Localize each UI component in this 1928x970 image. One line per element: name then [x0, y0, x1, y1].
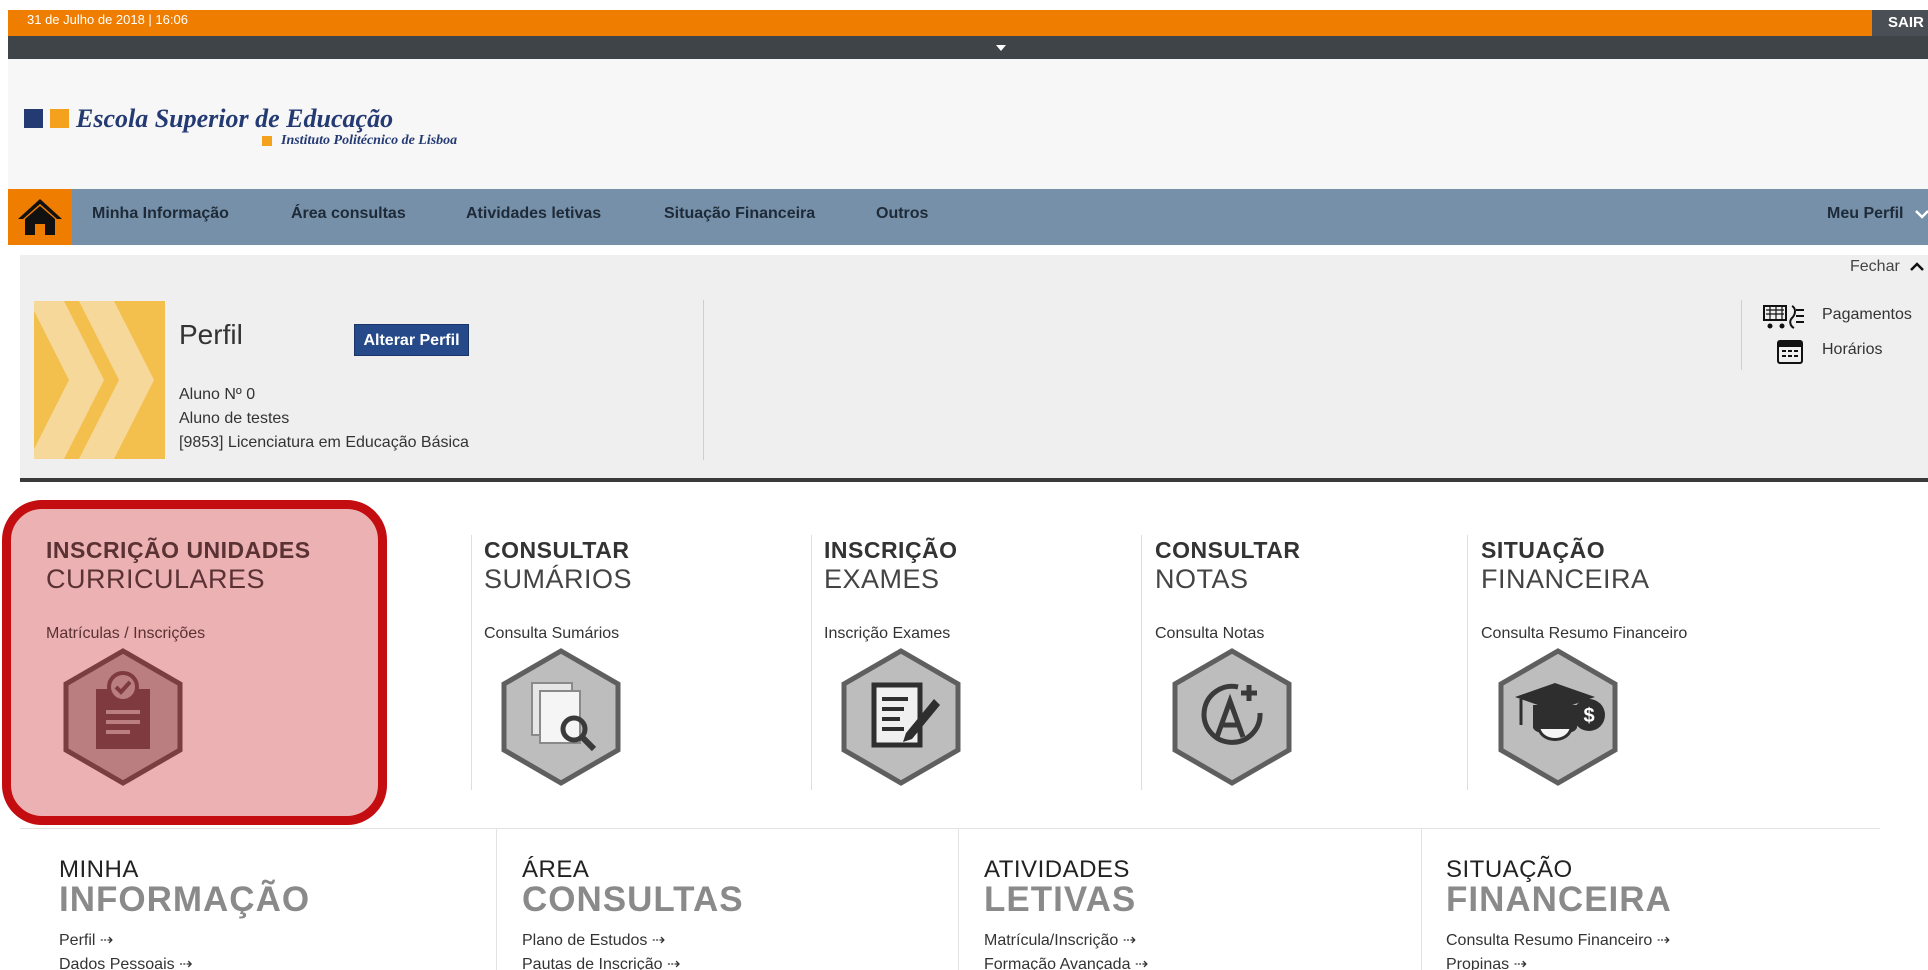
tile-title-line2: EXAMES — [824, 564, 940, 594]
tile-title-line1: INSCRIÇÃO UNIDADES — [46, 537, 311, 563]
nav-atividades-letivas[interactable]: Atividades letivas — [466, 205, 601, 223]
student-name: Aluno de testes — [179, 410, 290, 427]
logo-square-navy — [24, 109, 43, 128]
tile-link[interactable]: Matrículas / Inscrições — [46, 625, 311, 643]
tile-title-line2: SUMÁRIOS — [484, 564, 633, 594]
tile-grades[interactable]: CONSULTAR NOTAS Consulta Notas — [1155, 537, 1300, 792]
section-link[interactable]: Consulta Resumo Financeiro ⇢ — [1446, 930, 1670, 950]
close-profile-button[interactable]: Fechar — [1850, 258, 1900, 276]
section-title-line2: FINANCEIRA — [1446, 880, 1672, 919]
home-icon — [18, 199, 62, 235]
section-link[interactable]: Dados Pessoais ⇢ — [59, 954, 192, 970]
tile-finance[interactable]: SITUAÇÃO FINANCEIRA Consulta Resumo Fina… — [1481, 537, 1687, 792]
divider — [471, 535, 472, 790]
section-link[interactable]: Formação Avançada ⇢ — [984, 954, 1148, 970]
current-datetime: 31 de Julho de 2018 | 16:06 — [27, 12, 188, 27]
divider — [1141, 535, 1142, 790]
shortcut-payments[interactable]: Pagamentos — [1822, 306, 1912, 324]
student-course: [9853] Licenciatura em Educação Básica — [179, 434, 469, 451]
nav-minha-informacao[interactable]: Minha Informação — [92, 205, 229, 223]
divider — [1741, 300, 1742, 370]
logo-subtitle: Instituto Politécnico de Lisboa — [281, 133, 458, 148]
tile-link[interactable]: Inscrição Exames — [824, 625, 966, 643]
logo-square-small — [262, 136, 272, 146]
my-profile-label: Meu Perfil — [1827, 205, 1904, 222]
logo-title[interactable]: Escola Superior de Educação — [76, 104, 393, 134]
caret-down-icon[interactable] — [996, 45, 1006, 51]
nav-outros[interactable]: Outros — [876, 205, 928, 223]
home-button[interactable] — [8, 189, 72, 245]
tile-exams[interactable]: INSCRIÇÃO EXAMES Inscrição Exames — [824, 537, 966, 792]
top-bar — [8, 10, 1928, 36]
divider — [1467, 535, 1468, 790]
section-title-line2: LETIVAS — [984, 880, 1137, 919]
my-profile-menu[interactable]: Meu Perfil — [1827, 205, 1928, 223]
nav-area-consultas[interactable]: Área consultas — [291, 205, 406, 223]
tile-title-line2: NOTAS — [1155, 564, 1249, 594]
section-link[interactable]: Plano de Estudos ⇢ — [522, 930, 665, 950]
tile-title-line1: CONSULTAR — [1155, 537, 1301, 563]
section-separator — [20, 828, 1880, 829]
divider — [811, 535, 812, 790]
edit-profile-button[interactable]: Alterar Perfil — [354, 324, 469, 356]
finance-icon[interactable]: $ — [1493, 647, 1623, 787]
student-number: Aluno Nº 0 — [179, 386, 256, 403]
summaries-icon[interactable] — [496, 647, 626, 787]
tile-link[interactable]: Consulta Resumo Financeiro — [1481, 625, 1687, 643]
tile-title-line2: FINANCEIRA — [1481, 564, 1650, 594]
tile-title-line2: CURRICULARES — [46, 564, 266, 594]
enrollment-icon[interactable] — [58, 647, 188, 787]
section-link[interactable]: Pautas de Inscrição ⇢ — [522, 954, 680, 970]
tile-link[interactable]: Consulta Sumários — [484, 625, 632, 643]
divider — [496, 828, 497, 970]
section-link[interactable]: Propinas ⇢ — [1446, 954, 1527, 970]
divider — [1421, 828, 1422, 970]
payments-icon[interactable] — [1762, 302, 1806, 332]
svg-text:$: $ — [1583, 705, 1594, 727]
avatar — [34, 301, 165, 459]
logout-button[interactable]: SAIR — [1872, 10, 1928, 36]
section-title-line2: CONSULTAS — [522, 880, 744, 919]
tile-title-line1: INSCRIÇÃO — [824, 537, 958, 563]
tile-title-line1: SITUAÇÃO — [1481, 537, 1606, 563]
tile-link[interactable]: Consulta Notas — [1155, 625, 1300, 643]
tile-summaries[interactable]: CONSULTAR SUMÁRIOS Consulta Sumários — [484, 537, 632, 792]
shortcut-schedule[interactable]: Horários — [1822, 341, 1882, 359]
section-link[interactable]: Perfil ⇢ — [59, 930, 113, 950]
tile-enrollment[interactable]: INSCRIÇÃO UNIDADES CURRICULARES Matrícul… — [46, 537, 311, 792]
chevron-down-icon — [1915, 209, 1928, 219]
divider — [958, 828, 959, 970]
exams-icon[interactable] — [836, 647, 966, 787]
calendar-icon[interactable] — [1776, 337, 1804, 365]
collapse-bar[interactable] — [8, 36, 1928, 59]
chevron-up-icon[interactable] — [1910, 260, 1924, 278]
profile-title: Perfil — [179, 319, 243, 350]
grades-icon[interactable] — [1167, 647, 1297, 787]
tile-title-line1: CONSULTAR — [484, 537, 630, 563]
logo-square-orange — [50, 109, 69, 128]
nav-situacao-financeira[interactable]: Situação Financeira — [664, 205, 815, 223]
section-link[interactable]: Matrícula/Inscrição ⇢ — [984, 930, 1136, 950]
section-title-line2: INFORMAÇÃO — [59, 880, 311, 919]
divider — [703, 300, 704, 460]
